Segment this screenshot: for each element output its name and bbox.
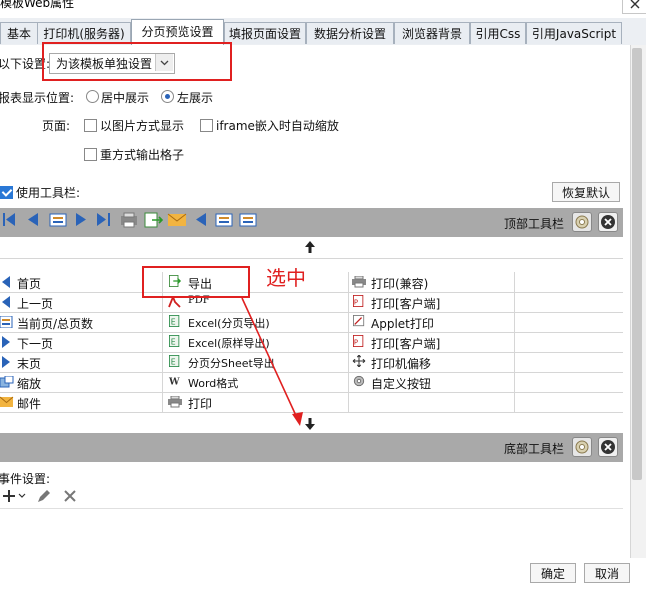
btn-print-compatible[interactable]: 打印(兼容) <box>371 275 428 292</box>
printer-icon <box>168 396 182 408</box>
top-toolbar-delete-icon[interactable] <box>598 212 618 232</box>
title-bar <box>0 0 646 18</box>
radio-center-label: 居中展示 <box>101 91 150 105</box>
zoom-icon <box>0 376 14 388</box>
excel-icon: E <box>169 335 180 347</box>
btn-first-page[interactable]: 首页 <box>17 275 41 292</box>
printer-icon <box>352 276 366 288</box>
svg-text:E: E <box>171 357 176 366</box>
svg-text:P: P <box>354 298 358 306</box>
repeat-output-checkbox[interactable] <box>84 148 97 161</box>
radio-left[interactable] <box>161 90 174 103</box>
window-title: 模板Web属性 <box>0 0 75 10</box>
btn-next-page[interactable]: 下一页 <box>17 335 53 352</box>
delete-icon[interactable] <box>62 488 78 504</box>
btn-print-client-2[interactable]: 打印[客户端] <box>371 335 440 352</box>
last-page-icon <box>2 356 10 368</box>
top-toolbar-label: 顶部工具栏 <box>504 217 565 231</box>
grid-divider <box>0 292 623 293</box>
move-icon <box>352 355 366 367</box>
divider <box>0 258 623 259</box>
tab-fill-page[interactable]: 填报页面设置 <box>224 22 306 44</box>
radio-left-label: 左展示 <box>177 91 214 105</box>
image-mode-label: 以图片方式显示 <box>100 119 185 133</box>
svg-text:E: E <box>171 317 176 326</box>
excel-icon: E <box>169 315 180 327</box>
event-settings-label: 事件设置: <box>0 472 51 486</box>
btn-printer-offset[interactable]: 打印机偏移 <box>371 355 431 372</box>
grid-divider <box>348 272 349 412</box>
edit-icon[interactable] <box>36 488 52 504</box>
tab-printer-server[interactable]: 打印机(服务器) <box>37 22 131 44</box>
top-toolbar-settings-icon[interactable] <box>572 212 592 232</box>
mail-icon <box>0 396 14 407</box>
close-icon[interactable] <box>622 0 646 14</box>
tab-basic[interactable]: 基本 <box>0 22 38 44</box>
next-page-icon <box>2 336 10 348</box>
annotation-arrow <box>241 297 303 426</box>
btn-current-total-pages[interactable]: 当前页/总页数 <box>17 315 93 332</box>
radio-center[interactable] <box>86 90 99 103</box>
move-down-arrow-icon[interactable] <box>304 417 316 431</box>
btn-previous-page[interactable]: 上一页 <box>17 295 53 312</box>
pdf-print-icon: P <box>353 295 364 307</box>
btn-zoom[interactable]: 缩放 <box>17 375 41 392</box>
grid-divider <box>0 392 623 393</box>
tab-css[interactable]: 引用Css <box>470 22 526 44</box>
position-label: 报表显示位置: <box>0 91 75 105</box>
grid-divider <box>0 332 623 333</box>
highlight-box-export <box>142 266 250 298</box>
svg-text:W: W <box>168 376 180 387</box>
grid-divider <box>0 372 623 373</box>
bottom-toolbar-delete-icon[interactable] <box>598 437 618 457</box>
use-toolbar-label: 使用工具栏: <box>16 186 81 200</box>
btn-custom[interactable]: 自定义按钮 <box>371 375 431 392</box>
highlight-box-settings <box>42 42 232 81</box>
first-page-icon <box>2 276 10 288</box>
page-count-icon <box>0 316 13 328</box>
svg-text:E: E <box>171 337 176 346</box>
image-mode-checkbox[interactable] <box>84 119 97 132</box>
bottom-toolbar-settings-icon[interactable] <box>572 437 592 457</box>
btn-print[interactable]: 打印 <box>188 395 212 412</box>
move-up-arrow-icon[interactable] <box>304 240 316 254</box>
pdf-print-icon: P <box>353 335 364 347</box>
event-list[interactable] <box>0 508 623 557</box>
page-label: 页面: <box>42 119 71 133</box>
bottom-toolbar-label: 底部工具栏 <box>504 442 565 456</box>
ok-button[interactable]: 确定 <box>530 563 576 583</box>
tab-javascript[interactable]: 引用JavaScript <box>526 22 622 44</box>
restore-default-button[interactable]: 恢复默认 <box>552 182 620 202</box>
btn-last-page[interactable]: 末页 <box>17 355 41 372</box>
tab-browser-background[interactable]: 浏览器背景 <box>394 22 470 44</box>
svg-text:P: P <box>354 338 358 346</box>
add-icon[interactable] <box>2 488 26 504</box>
scrollbar-thumb[interactable] <box>632 48 642 480</box>
btn-mail[interactable]: 邮件 <box>17 395 41 412</box>
grid-divider <box>0 312 623 313</box>
iframe-zoom-label: iframe嵌入时自动缩放 <box>216 119 339 133</box>
excel-icon: E <box>169 355 180 367</box>
cancel-button[interactable]: 取消 <box>584 563 630 583</box>
annotation-selected: 选中 <box>266 266 306 290</box>
top-toolbar-icons <box>3 212 257 228</box>
grid-divider <box>0 412 623 413</box>
grid-divider <box>0 352 623 353</box>
applet-print-icon <box>353 315 365 327</box>
grid-divider <box>514 272 515 412</box>
btn-word[interactable]: Word格式 <box>188 375 238 391</box>
iframe-zoom-checkbox[interactable] <box>200 119 213 132</box>
gear-icon <box>353 375 365 387</box>
repeat-output-label: 重方式输出格子 <box>100 148 185 162</box>
btn-print-client[interactable]: 打印[客户端] <box>371 295 440 312</box>
tab-data-analysis[interactable]: 数据分析设置 <box>306 22 394 44</box>
word-icon: W <box>168 376 180 387</box>
btn-applet-print[interactable]: Applet打印 <box>371 315 434 332</box>
use-toolbar-checkbox[interactable] <box>0 186 13 199</box>
previous-page-icon <box>2 296 10 308</box>
